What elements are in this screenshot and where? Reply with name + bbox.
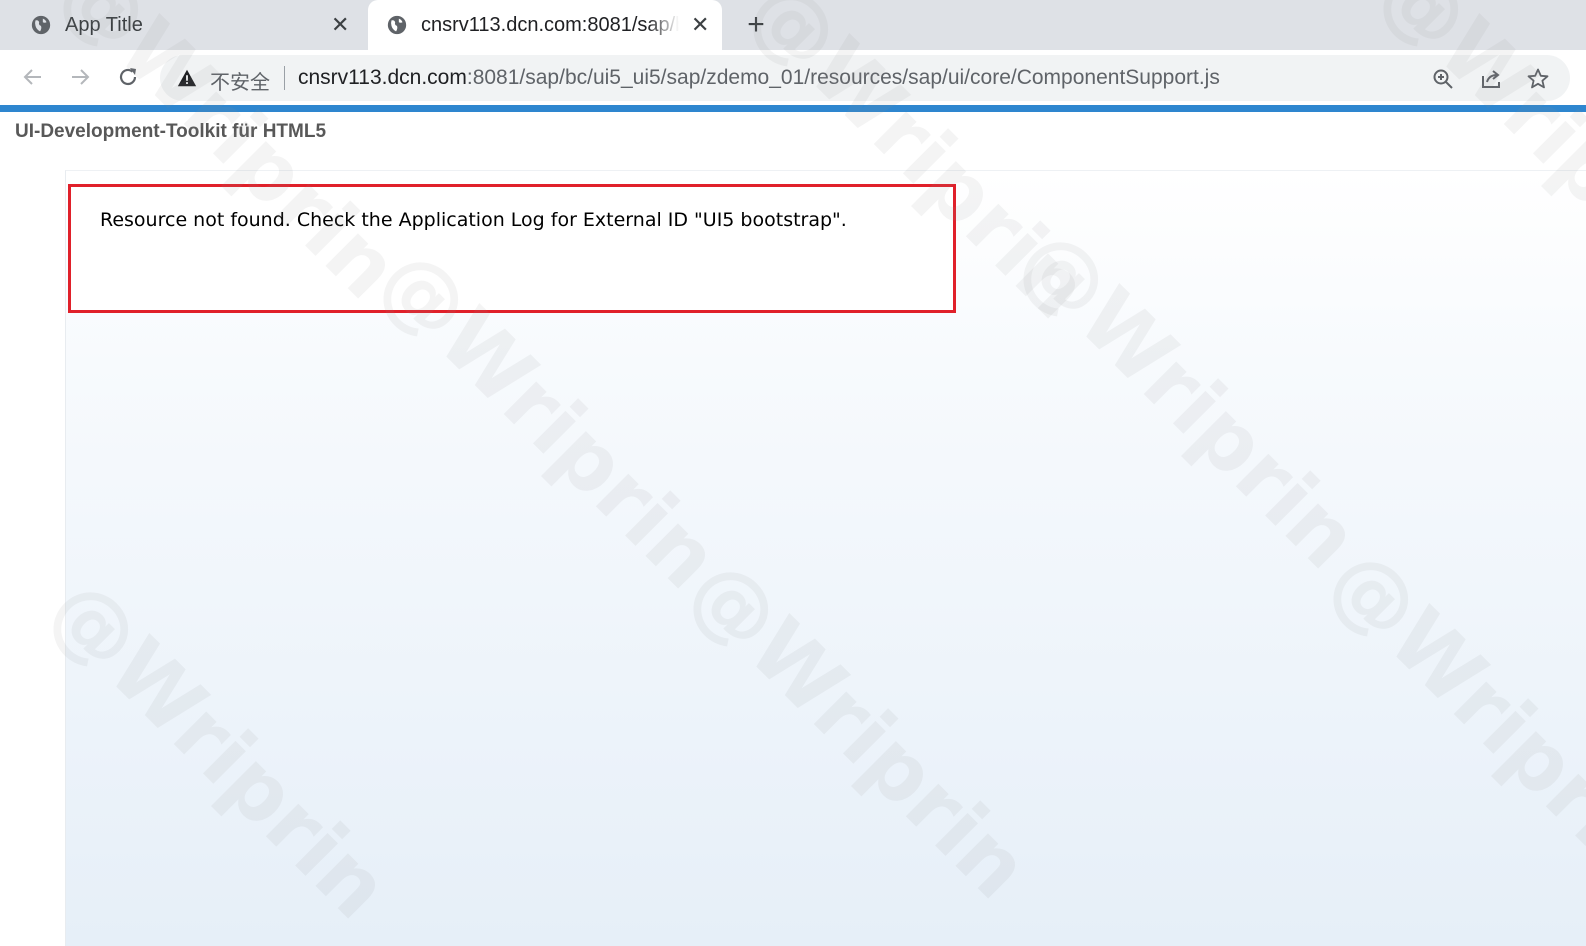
- accent-line: [0, 105, 1586, 112]
- globe-icon: [31, 15, 51, 35]
- error-message-box: Resource not found. Check the Applicatio…: [68, 184, 956, 313]
- tab-title: App Title: [65, 13, 143, 36]
- bookmark-button[interactable]: [1525, 66, 1551, 92]
- zoom-in-icon: [1433, 69, 1453, 89]
- new-tab-button[interactable]: +: [740, 7, 772, 43]
- tab-title: cnsrv113.dcn.com:8081/sap/bc/ui5_ui5/sap…: [421, 13, 679, 36]
- address-bar[interactable]: 不安全 cnsrv113.dcn.com:8081/sap/bc/ui5_ui5…: [160, 55, 1570, 101]
- star-icon: [1527, 68, 1549, 89]
- share-icon: [1482, 70, 1500, 88]
- browser-toolbar: 不安全 cnsrv113.dcn.com:8081/sap/bc/ui5_ui5…: [0, 50, 1586, 105]
- arrow-left-icon: [23, 69, 41, 85]
- zoom-button[interactable]: [1430, 66, 1456, 92]
- url-host: cnsrv113.dcn.com: [298, 66, 467, 89]
- arrow-right-icon: [72, 69, 90, 85]
- forward-button[interactable]: [65, 62, 95, 92]
- error-message: Resource not found. Check the Applicatio…: [100, 209, 847, 231]
- close-tab-icon[interactable]: ✕: [691, 14, 709, 36]
- tab-component-support[interactable]: cnsrv113.dcn.com:8081/sap/bc/ui5_ui5/sap…: [368, 0, 722, 50]
- close-tab-icon[interactable]: ✕: [331, 14, 349, 36]
- page-header: UI-Development-Toolkit für HTML5: [15, 121, 327, 142]
- tab-strip: App Title ✕ cnsrv113.dcn.com:8081/sap/bc…: [0, 0, 1586, 50]
- reload-button[interactable]: [113, 62, 143, 92]
- address-divider: [284, 66, 285, 90]
- warning-icon[interactable]: [176, 67, 198, 89]
- url-path: :8081/sap/bc/ui5_ui5/sap/zdemo_01/resour…: [466, 66, 1220, 89]
- reload-icon: [119, 68, 137, 86]
- back-button[interactable]: [18, 62, 48, 92]
- tab-app-title[interactable]: App Title ✕: [0, 0, 366, 50]
- security-label[interactable]: 不安全: [210, 66, 270, 95]
- url-text[interactable]: cnsrv113.dcn.com:8081/sap/bc/ui5_ui5/sap…: [298, 66, 1220, 90]
- globe-icon: [387, 15, 407, 35]
- share-button[interactable]: [1478, 66, 1504, 92]
